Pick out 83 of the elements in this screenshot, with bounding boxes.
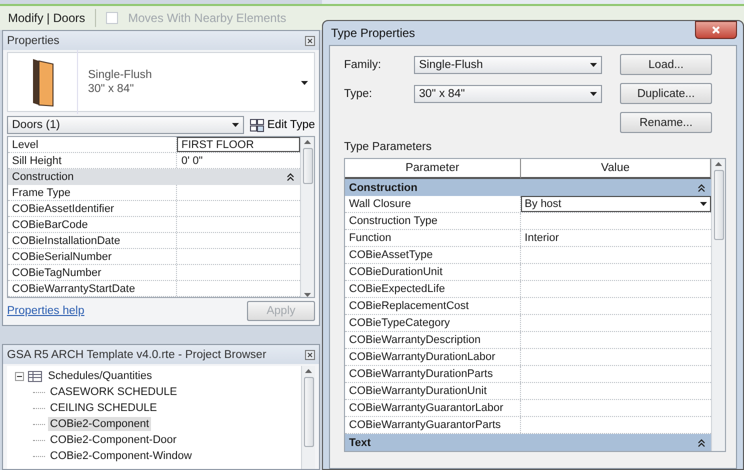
parameter-name: COBieExpectedLife xyxy=(345,281,521,297)
scroll-up-icon[interactable] xyxy=(715,162,722,166)
context-label: Modify | Doors xyxy=(8,11,86,25)
caret-icon xyxy=(590,92,597,96)
scroll-thumb[interactable] xyxy=(304,377,314,447)
parameter-name: COBieWarrantyDescription xyxy=(345,332,521,348)
close-icon[interactable] xyxy=(305,350,315,360)
checkbox-label: Moves With Nearby Elements xyxy=(128,11,286,25)
scroll-thumb[interactable] xyxy=(302,148,312,184)
tree-item[interactable]: Schedules/Quantities xyxy=(46,369,154,383)
type-selector[interactable]: Single-Flush 30" x 84" xyxy=(7,52,315,112)
group-header[interactable]: Text xyxy=(345,434,711,451)
collapse-icon[interactable] xyxy=(15,372,24,380)
scroll-thumb[interactable] xyxy=(714,170,724,240)
scroll-up-icon[interactable] xyxy=(304,140,311,144)
group-header[interactable]: Construction xyxy=(8,169,300,185)
field-label: Type: xyxy=(344,88,374,100)
caret-icon xyxy=(232,123,240,127)
column-header[interactable]: Value xyxy=(520,159,711,179)
duplicate-button[interactable]: Duplicate... xyxy=(620,83,712,104)
parameter-name: COBieWarrantyStartDate xyxy=(8,281,178,296)
parameter-name: COBieTypeCategory xyxy=(345,315,521,331)
group-label: Text xyxy=(349,436,371,448)
scrollbar[interactable] xyxy=(300,137,314,297)
scrollbar[interactable] xyxy=(711,159,725,451)
parameter-value: 0' 0" xyxy=(180,154,204,168)
dialog-title: Type Properties xyxy=(330,26,416,40)
parameter-name: COBieWarrantyDurationLabor xyxy=(345,349,521,365)
type-dropdown[interactable]: 30" x 84" xyxy=(414,84,602,102)
properties-help-link[interactable]: Properties help xyxy=(7,305,84,317)
scroll-down-icon[interactable] xyxy=(304,293,311,297)
family-name: Single-Flush xyxy=(88,68,153,82)
collapse-icon[interactable] xyxy=(698,438,705,446)
tree-item[interactable]: COBie2-Component-Window xyxy=(48,449,194,463)
parameter-name: COBieWarrantyDurationParts xyxy=(345,366,521,382)
load-button[interactable]: Load... xyxy=(620,54,712,75)
parameter-value: Interior xyxy=(524,231,560,246)
close-icon xyxy=(712,26,720,34)
group-header[interactable]: Construction xyxy=(345,179,711,196)
scrollbar[interactable] xyxy=(301,366,315,469)
parameter-name: COBieAssetType xyxy=(345,247,521,263)
value-dropdown[interactable]: By host xyxy=(520,196,711,212)
field-label: Family: xyxy=(344,58,382,70)
parameter-name: COBieReplacementCost xyxy=(345,298,521,314)
collapse-icon[interactable] xyxy=(287,173,294,181)
parameter-name: COBieSerialNumber xyxy=(8,249,178,264)
tree-item[interactable]: CASEWORK SCHEDULE xyxy=(48,385,180,399)
parameter-name: Frame Type xyxy=(8,185,178,200)
parameter-name: COBieWarrantyGuarantorLabor xyxy=(345,400,521,416)
parameter-name: Function xyxy=(345,230,521,246)
edit-type-button[interactable]: Edit Type xyxy=(250,118,315,132)
parameter-name: COBieWarrantyGuarantorParts xyxy=(345,417,521,433)
group-label: Construction xyxy=(12,171,74,183)
panel-title: GSA R5 ARCH Template v4.0.rte - Project Browser xyxy=(7,348,266,360)
parameter-name: Sill Height xyxy=(8,153,178,168)
column-header[interactable]: Parameter xyxy=(345,159,521,179)
parameter-name: COBieAssetIdentifier xyxy=(8,201,178,216)
collapse-icon[interactable] xyxy=(698,184,705,192)
instance-dropdown[interactable]: Doors (1) xyxy=(7,116,244,134)
section-label: Type Parameters xyxy=(344,141,433,153)
scroll-up-icon[interactable] xyxy=(305,369,312,373)
tree-item[interactable]: CEILING SCHEDULE xyxy=(48,401,159,415)
close-icon[interactable] xyxy=(305,36,315,46)
family-dropdown[interactable]: Single-Flush xyxy=(414,56,602,74)
type-name: 30" x 84" xyxy=(88,82,135,96)
panel-title: Properties xyxy=(7,34,60,46)
caret-icon xyxy=(590,62,597,66)
group-label: Construction xyxy=(349,182,418,194)
rename-button[interactable]: Rename... xyxy=(620,112,712,133)
tree-item[interactable]: COBie2-Component xyxy=(48,417,152,431)
caret-icon xyxy=(301,81,308,85)
tree-item[interactable]: COBie2-Component-Door xyxy=(48,433,179,447)
table-icon xyxy=(28,370,42,382)
parameter-name: Construction Type xyxy=(345,213,521,229)
caret-icon xyxy=(700,202,707,206)
value-field[interactable]: FIRST FLOOR xyxy=(177,137,300,152)
edit-type-icon xyxy=(250,118,264,132)
parameter-name: COBieDurationUnit xyxy=(345,264,521,280)
parameter-name: COBieWarrantyDurationUnit xyxy=(345,383,521,399)
parameter-name: COBieBarCode xyxy=(8,217,178,232)
parameter-name: COBieInstallationDate xyxy=(8,233,178,248)
parameter-name: COBieTagNumber xyxy=(8,265,178,280)
close-button[interactable] xyxy=(695,21,737,39)
